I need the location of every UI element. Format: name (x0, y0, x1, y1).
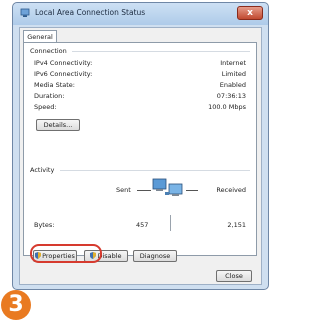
received-label: Received (216, 186, 246, 194)
connection-divider (72, 51, 250, 52)
close-icon: x (247, 8, 253, 18)
bytes-separator (170, 215, 171, 231)
ipv4-value: Internet (220, 59, 246, 67)
media-state-value: Enabled (219, 81, 246, 89)
media-state-label: Media State: (34, 81, 75, 89)
duration-value: 07:36:13 (216, 92, 246, 100)
sent-line (137, 190, 151, 191)
connection-group-label: Connection (30, 47, 70, 55)
ipv6-label: IPv6 Connectivity: (34, 70, 93, 78)
bytes-label: Bytes: (34, 221, 55, 229)
activity-group-label: Activity (30, 166, 58, 174)
network-icon (20, 8, 30, 17)
window-close-button[interactable]: x (237, 6, 263, 20)
duration-label: Duration: (34, 92, 65, 100)
sent-label: Sent (116, 186, 131, 194)
network-computers-icon (152, 178, 183, 196)
general-panel: Connection IPv4 Connectivity: Internet I… (23, 42, 257, 256)
step-number: 3 (8, 292, 24, 317)
title-bar[interactable]: Local Area Connection Status x (13, 3, 268, 25)
details-button[interactable]: Details... (36, 119, 80, 131)
speed-label: Speed: (34, 103, 57, 111)
properties-highlight (30, 244, 102, 263)
bytes-sent-value: 457 (136, 221, 149, 229)
speed-value: 100.0 Mbps (208, 103, 246, 111)
close-button[interactable]: Close (216, 270, 252, 282)
step-badge: 3 (1, 290, 31, 320)
ipv4-label: IPv4 Connectivity: (34, 59, 93, 67)
bytes-received-value: 2,151 (227, 221, 246, 229)
diagnose-button[interactable]: Diagnose (133, 250, 177, 262)
received-line (186, 190, 198, 191)
ipv6-value: Limited (221, 70, 246, 78)
activity-divider (60, 170, 250, 171)
window-title: Local Area Connection Status (35, 8, 146, 17)
